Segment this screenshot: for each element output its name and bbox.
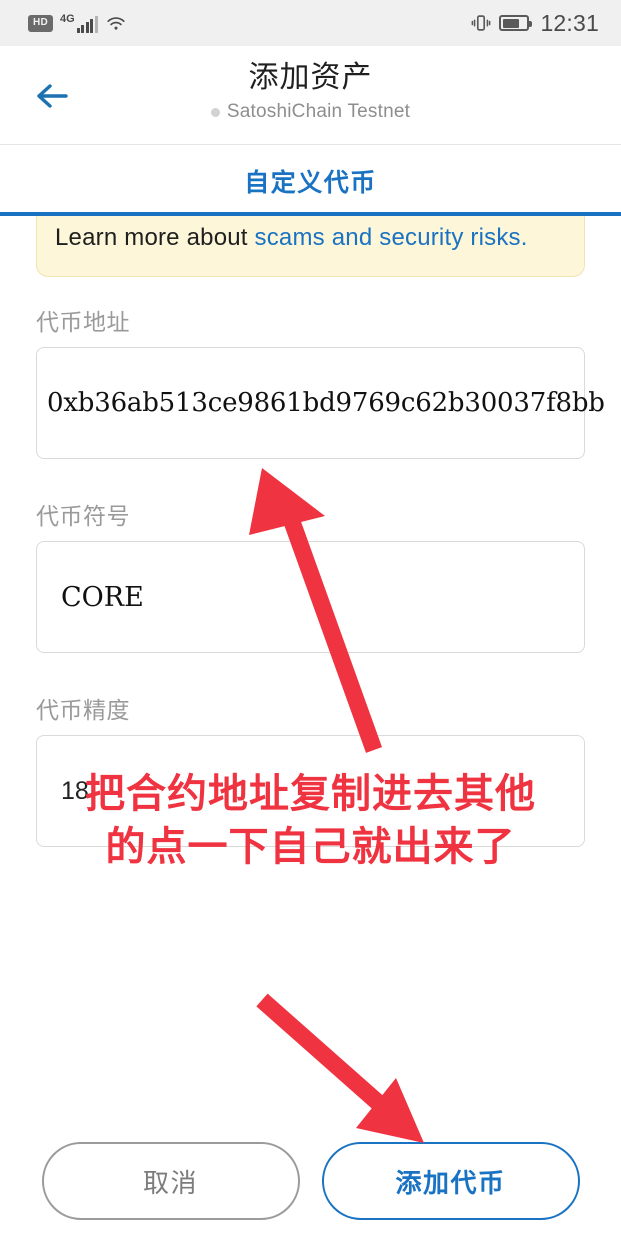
page-title: 添加资产	[248, 61, 373, 94]
scams-security-link[interactable]: scams and security risks.	[255, 224, 528, 251]
signal-strength-bars	[76, 15, 98, 33]
token-decimals-field: 代币精度 18	[36, 691, 585, 848]
status-bar: HD 4G 12:31	[0, 0, 621, 46]
token-decimals-input[interactable]: 18	[36, 735, 585, 848]
tab-bar: 自定义代币	[0, 145, 621, 216]
token-address-input[interactable]: 0xb36ab513ce9861bd9769c62b30037f8bb	[36, 347, 605, 460]
token-symbol-value: CORE	[61, 581, 144, 613]
token-address-value: 0xb36ab513ce9861bd9769c62b30037f8bb	[47, 388, 605, 419]
cancel-button[interactable]: 取消	[41, 1142, 300, 1220]
network-indicator: SatoshiChain Testnet	[0, 101, 621, 124]
red-arrow-down-icon	[256, 993, 424, 1143]
page-header: 添加资产 SatoshiChain Testnet	[0, 46, 621, 145]
form-content: Learn more about scams and security risk…	[0, 216, 621, 848]
security-warning-banner: Learn more about scams and security risk…	[36, 216, 585, 278]
token-symbol-field: 代币符号 CORE	[36, 497, 585, 654]
status-bar-left: HD 4G	[28, 12, 127, 33]
token-address-field: 代币地址 0xb36ab513ce9861bd9769c62b30037f8bb	[36, 303, 605, 460]
token-decimals-label: 代币精度	[36, 697, 130, 724]
header-title-block: 添加资产 SatoshiChain Testnet	[0, 60, 621, 124]
token-decimals-value: 18	[61, 776, 89, 805]
wifi-icon	[105, 14, 127, 32]
token-symbol-label: 代币符号	[36, 503, 130, 530]
tab-custom-token[interactable]: 自定义代币	[244, 163, 377, 199]
token-symbol-input[interactable]: CORE	[36, 541, 585, 654]
network-name-label: SatoshiChain Testnet	[226, 101, 411, 122]
battery-icon	[499, 15, 533, 31]
network-type-label: 4G	[60, 12, 75, 25]
hd-badge-icon: HD	[28, 14, 53, 32]
warning-message-prefix: Learn more about	[55, 224, 255, 251]
status-bar-clock: 12:31	[540, 9, 599, 36]
network-status-dot-icon	[210, 107, 220, 117]
signal-bars-icon: 4G	[60, 12, 98, 33]
vibrate-icon	[470, 12, 492, 34]
status-bar-right: 12:31	[470, 9, 599, 36]
add-token-button[interactable]: 添加代币	[321, 1142, 580, 1220]
app-screen: HD 4G 12:31 添加资产 SatoshiChain Testnet 自定…	[0, 0, 621, 1242]
token-address-label: 代币地址	[36, 309, 130, 336]
action-button-row: 取消 添加代币	[0, 1142, 621, 1220]
warning-message: Learn more about scams and security risk…	[55, 222, 566, 254]
